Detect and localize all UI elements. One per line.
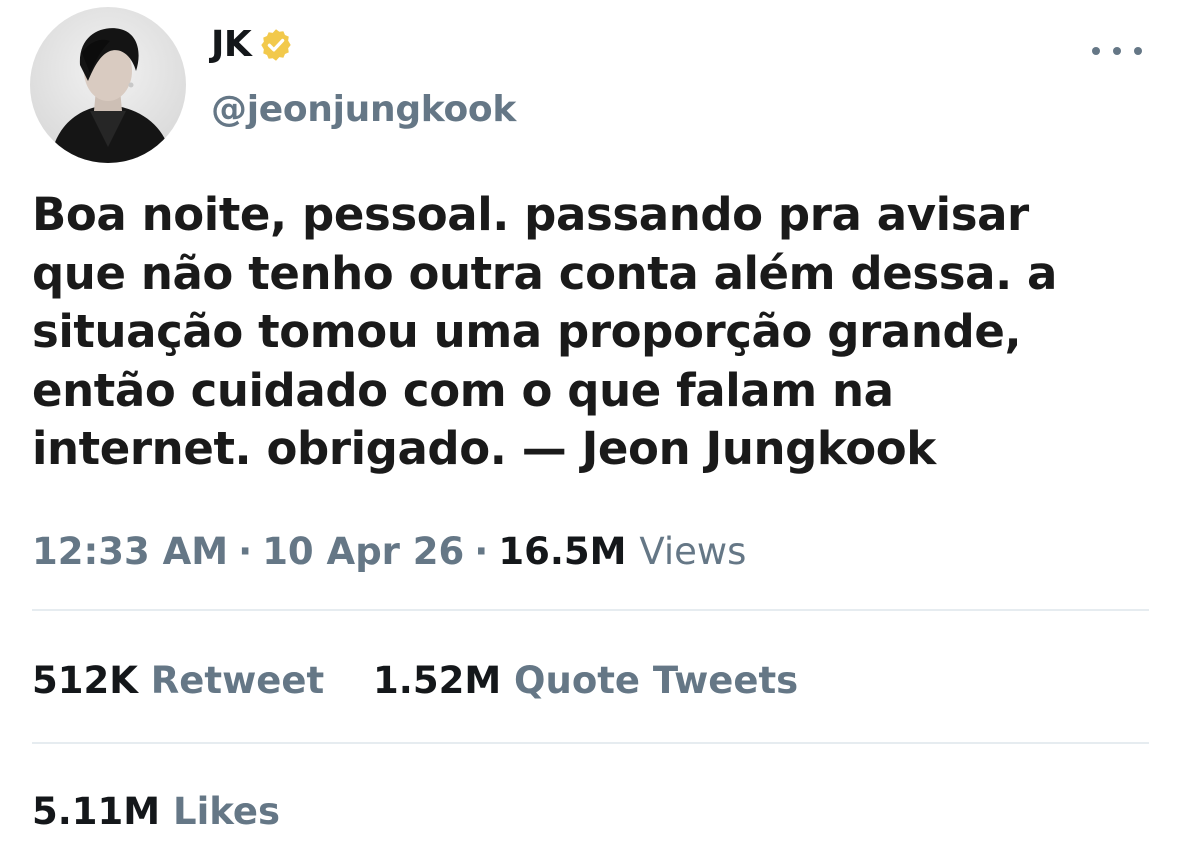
more-dot: [1092, 47, 1100, 55]
engagement-stats-row: 512K Retweet 1.52M Quote Tweets: [32, 655, 798, 707]
meta-separator: ·: [238, 530, 253, 573]
quote-tweets-stat[interactable]: 1.52M Quote Tweets: [373, 655, 798, 707]
tweet-text: Boa noite, pessoal. passando pra avisar …: [32, 186, 1152, 479]
quote-tweets-label: Quote Tweets: [514, 659, 799, 702]
likes-count: 5.11M: [32, 790, 161, 833]
user-handle[interactable]: @jeonjungkook: [211, 88, 516, 132]
tweet-time[interactable]: 12:33 AM: [32, 530, 228, 573]
tweet-text-line: Boa noite, pessoal. passando pra avisar: [32, 188, 1029, 241]
tweet-date[interactable]: 10 Apr 26: [262, 530, 464, 573]
tweet-text-line: que não tenho outra conta além dessa. a: [32, 246, 1058, 300]
likes-label: Likes: [173, 790, 280, 833]
likes-stat[interactable]: 5.11M Likes: [32, 786, 280, 838]
tweet-text-line: então cuidado com o que falam na: [32, 363, 894, 417]
likes-row: 5.11M Likes: [32, 786, 280, 838]
user-name-row: JK: [211, 20, 294, 70]
retweets-stat[interactable]: 512K Retweet: [32, 655, 324, 707]
avatar[interactable]: [30, 7, 186, 163]
divider: [32, 742, 1149, 744]
display-name[interactable]: JK: [211, 27, 252, 63]
quote-tweets-count: 1.52M: [373, 659, 502, 702]
more-options-icon[interactable]: [1092, 36, 1142, 66]
meta-separator: ·: [474, 530, 489, 573]
verified-badge-icon: [258, 27, 294, 63]
views-label: Views: [639, 530, 747, 573]
retweets-count: 512K: [32, 659, 138, 702]
more-dot: [1113, 47, 1121, 55]
tweet-text-line: situação tomou uma proporção grande,: [32, 305, 1022, 358]
retweets-label: Retweet: [150, 659, 325, 702]
divider: [32, 609, 1149, 611]
more-dot: [1134, 47, 1142, 55]
tweet-meta: 12:33 AM · 10 Apr 26 · 16.5M Views: [32, 526, 746, 578]
views-count: 16.5M: [498, 530, 627, 573]
avatar-image: [30, 7, 186, 163]
tweet-text-line: internet. obrigado. — Jeon Jungkook: [32, 422, 936, 475]
